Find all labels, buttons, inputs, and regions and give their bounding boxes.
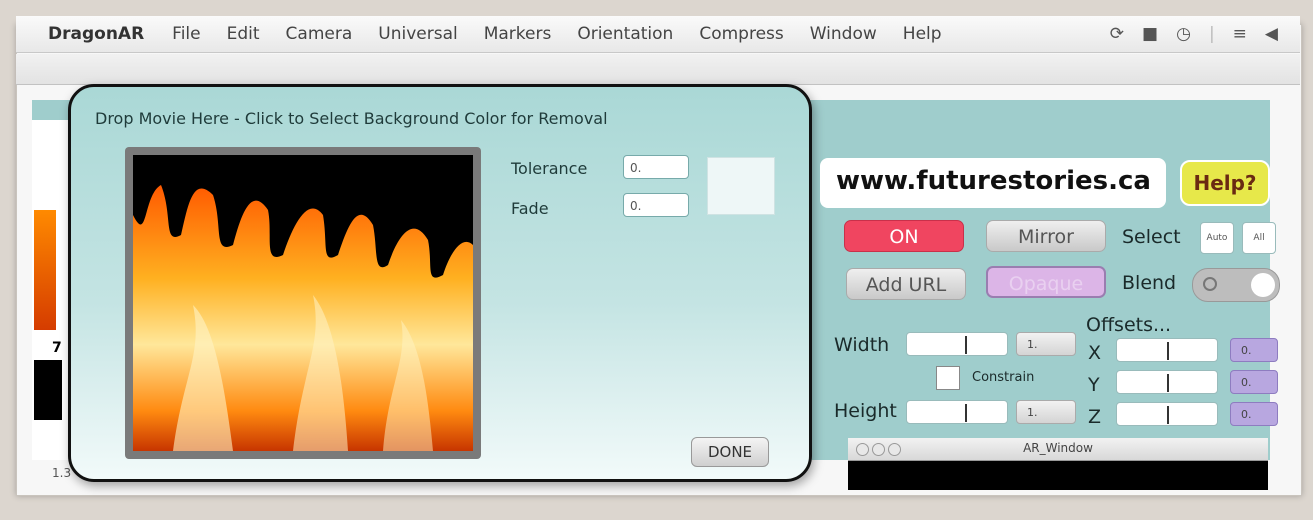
menu-window[interactable]: Window bbox=[810, 24, 877, 44]
left-strip-bottom-label: 1.3 bbox=[52, 466, 72, 480]
movie-drop-zone[interactable] bbox=[125, 147, 481, 459]
dialog-title: Drop Movie Here - Click to Select Backgr… bbox=[95, 109, 608, 128]
on-button[interactable]: ON bbox=[844, 220, 964, 252]
select-label: Select bbox=[1122, 226, 1181, 248]
fade-label: Fade bbox=[511, 199, 549, 218]
display-icon[interactable]: ■ bbox=[1142, 24, 1158, 44]
width-slider[interactable] bbox=[906, 332, 1008, 356]
ar-window-titlebar[interactable]: AR_Window bbox=[848, 438, 1268, 461]
offset-x-slider[interactable] bbox=[1116, 338, 1218, 362]
menu-camera[interactable]: Camera bbox=[286, 24, 353, 44]
x-label: X bbox=[1088, 342, 1102, 364]
offset-z-slider[interactable] bbox=[1116, 402, 1218, 426]
menu-universal[interactable]: Universal bbox=[378, 24, 457, 44]
fire-image[interactable] bbox=[133, 155, 473, 451]
height-label: Height bbox=[834, 400, 897, 422]
menu-file[interactable]: File bbox=[172, 24, 200, 44]
toolbar bbox=[16, 54, 1300, 85]
help-button[interactable]: Help? bbox=[1180, 160, 1270, 206]
tolerance-field[interactable]: 0. bbox=[623, 155, 689, 179]
ar-window[interactable]: AR_Window bbox=[848, 438, 1268, 490]
left-strip-thumbnail[interactable] bbox=[34, 210, 56, 330]
menu-bar: DragonAR File Edit Camera Universal Mark… bbox=[16, 16, 1300, 53]
width-slider-handle[interactable] bbox=[965, 336, 967, 354]
select-all-button[interactable]: All bbox=[1242, 222, 1276, 254]
offsets-label: Offsets... bbox=[1086, 314, 1172, 336]
height-value-field[interactable]: 1. bbox=[1016, 400, 1076, 424]
opaque-button[interactable]: Opaque bbox=[986, 266, 1106, 298]
clock-icon[interactable]: ◷ bbox=[1176, 24, 1191, 44]
menu-app-name[interactable]: DragonAR bbox=[48, 24, 144, 44]
background-color-swatch[interactable] bbox=[707, 157, 775, 215]
menu-markers[interactable]: Markers bbox=[484, 24, 552, 44]
url-text[interactable]: www.futurestories.ca bbox=[836, 166, 1151, 196]
offset-y-slider[interactable] bbox=[1116, 370, 1218, 394]
offset-x-value[interactable]: 0. bbox=[1230, 338, 1278, 362]
constrain-label: Constrain bbox=[972, 370, 1035, 385]
tolerance-label: Tolerance bbox=[511, 159, 588, 178]
height-slider[interactable] bbox=[906, 400, 1008, 424]
y-label: Y bbox=[1088, 374, 1100, 396]
fade-field[interactable]: 0. bbox=[623, 193, 689, 217]
movie-drop-dialog: Drop Movie Here - Click to Select Backgr… bbox=[68, 84, 812, 482]
divider: | bbox=[1208, 24, 1215, 44]
select-auto-button[interactable]: Auto bbox=[1200, 222, 1234, 254]
wifi-icon[interactable]: ≡ bbox=[1233, 24, 1247, 44]
done-button[interactable]: DONE bbox=[691, 437, 769, 467]
menu-compress[interactable]: Compress bbox=[699, 24, 783, 44]
offset-y-value[interactable]: 0. bbox=[1230, 370, 1278, 394]
volume-icon[interactable]: ◀ bbox=[1265, 24, 1278, 44]
left-strip-number: 7 bbox=[52, 340, 62, 356]
blend-toggle[interactable] bbox=[1192, 268, 1280, 302]
height-slider-handle[interactable] bbox=[965, 404, 967, 422]
toggle-off-indicator bbox=[1203, 277, 1217, 291]
status-area: ⟳ ■ ◷ | ≡ ◀ bbox=[1110, 16, 1278, 52]
mirror-button[interactable]: Mirror bbox=[986, 220, 1106, 252]
offset-z-handle[interactable] bbox=[1167, 406, 1169, 424]
z-label: Z bbox=[1088, 406, 1102, 428]
width-value-field[interactable]: 1. bbox=[1016, 332, 1076, 356]
sync-icon[interactable]: ⟳ bbox=[1110, 24, 1124, 44]
menu-edit[interactable]: Edit bbox=[227, 24, 260, 44]
menu-help[interactable]: Help bbox=[903, 24, 942, 44]
menu-orientation[interactable]: Orientation bbox=[577, 24, 673, 44]
toggle-knob[interactable] bbox=[1251, 273, 1275, 297]
width-label: Width bbox=[834, 334, 890, 356]
offset-y-handle[interactable] bbox=[1167, 374, 1169, 392]
blend-label: Blend bbox=[1122, 272, 1177, 294]
offset-z-value[interactable]: 0. bbox=[1230, 402, 1278, 426]
left-strip-black-block bbox=[34, 360, 62, 420]
fire-movie-preview[interactable] bbox=[133, 155, 473, 451]
ar-window-title: AR_Window bbox=[1023, 441, 1093, 455]
add-url-button[interactable]: Add URL bbox=[846, 268, 966, 300]
offset-x-handle[interactable] bbox=[1167, 342, 1169, 360]
constrain-checkbox[interactable] bbox=[936, 366, 960, 390]
